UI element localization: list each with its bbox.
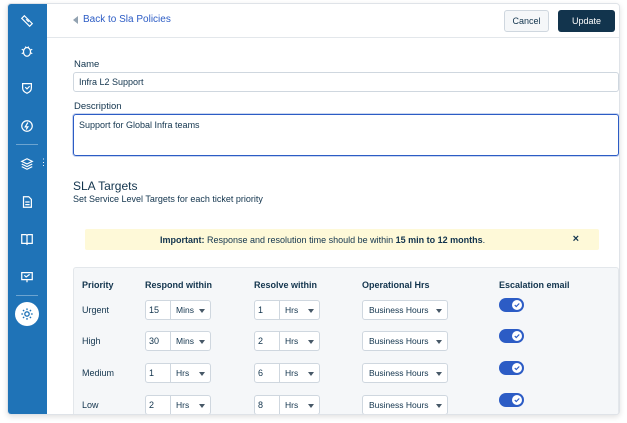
description-textarea[interactable]: Support for Global Infra teams [73,114,619,156]
sidebar-divider [16,144,38,145]
shield-icon[interactable] [16,77,38,99]
priority-low: Low [82,400,99,410]
resolve-value-input[interactable]: 8 [254,395,280,414]
back-arrow-icon [73,15,78,24]
respond-value-input[interactable]: 2 [145,395,171,414]
chevron-down-icon [308,309,314,313]
back-to-sla-policies-link[interactable]: Back to Sla Policies [73,14,171,25]
escalation-toggle[interactable] [499,361,524,375]
priority-medium: Medium [82,368,115,378]
resolve-value-input[interactable]: 1 [254,300,280,320]
check-icon [512,395,522,405]
chevron-down-icon [199,404,205,408]
book-icon[interactable] [16,228,38,250]
cancel-button[interactable]: Cancel [504,10,549,32]
app-window: ⋮ Back to Sla Policies Cancel Update Nam… [7,3,620,415]
chevron-down-icon [308,404,314,408]
check-icon [512,300,522,310]
page-header: Back to Sla Policies Cancel Update [47,4,619,38]
name-input[interactable]: Infra L2 Support [73,72,619,92]
sidebar: ⋮ [8,4,48,414]
escalation-toggle[interactable] [499,298,524,312]
operational-hours-select[interactable]: Business Hours [362,363,448,383]
column-header-escalation: Escalation email [499,280,570,290]
ticket-icon[interactable] [16,10,38,32]
notice-text: Important: Response and resolution time … [160,234,486,245]
escalation-toggle[interactable] [499,393,524,407]
chevron-down-icon [308,340,314,344]
sidebar-divider [16,295,38,296]
resolve-unit-select[interactable]: Hrs [280,363,320,383]
respond-value-input[interactable]: 30 [145,331,171,351]
chevron-down-icon [199,309,205,313]
column-header-resolve: Resolve within [254,280,318,290]
respond-value-input[interactable]: 1 [145,363,171,383]
operational-hours-select[interactable]: Business Hours [362,331,448,351]
resolve-value-input[interactable]: 6 [254,363,280,383]
column-header-priority: Priority [82,280,114,290]
description-label: Description [74,101,122,112]
chevron-down-icon [436,372,442,376]
back-link-label: Back to Sla Policies [83,14,171,25]
name-label: Name [74,59,100,70]
bug-icon[interactable] [16,40,38,62]
check-icon [512,363,522,373]
respond-unit-select[interactable]: Hrs [171,363,211,383]
close-icon[interactable]: × [573,233,579,245]
update-button[interactable]: Update [558,10,615,32]
resolve-unit-select[interactable]: Hrs [280,395,320,414]
sla-targets-table: Priority Respond within Resolve within O… [73,267,619,414]
priority-high: High [82,336,101,346]
chevron-down-icon [199,340,205,344]
column-header-respond: Respond within [145,280,212,290]
respond-unit-select[interactable]: Mins [171,300,211,320]
chevron-down-icon [308,372,314,376]
priority-urgent: Urgent [82,305,110,315]
chevron-down-icon [436,340,442,344]
respond-unit-select[interactable]: Hrs [171,395,211,414]
operational-hours-select[interactable]: Business Hours [362,300,448,320]
bolt-icon[interactable] [16,115,38,137]
escalation-toggle[interactable] [499,329,524,343]
resolve-value-input[interactable]: 2 [254,331,280,351]
chevron-down-icon [436,309,442,313]
respond-unit-select[interactable]: Mins [171,331,211,351]
chevron-down-icon [436,404,442,408]
sla-targets-subtitle: Set Service Level Targets for each ticke… [73,194,263,204]
sla-targets-title: SLA Targets [73,179,138,193]
layers-icon[interactable] [16,153,38,175]
operational-hours-select[interactable]: Business Hours [362,395,448,414]
gear-icon[interactable] [15,302,39,326]
chevron-down-icon [199,372,205,376]
column-header-hours: Operational Hrs [362,280,430,290]
check-icon [512,331,522,341]
document-icon[interactable] [16,191,38,213]
important-notice: Important: Response and resolution time … [85,229,599,250]
respond-value-input[interactable]: 15 [145,300,171,320]
resolve-unit-select[interactable]: Hrs [280,300,320,320]
sla-policy-form: Name Infra L2 Support Description Suppor… [47,38,619,414]
resolve-unit-select[interactable]: Hrs [280,331,320,351]
presentation-icon[interactable] [16,266,38,288]
